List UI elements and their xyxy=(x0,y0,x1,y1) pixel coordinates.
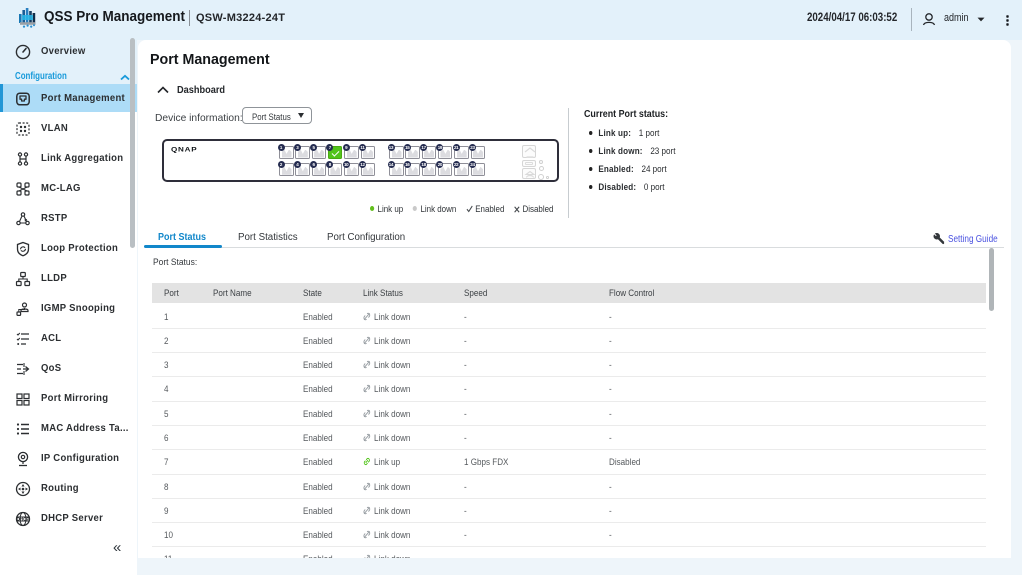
svg-text:DHCP: DHCP xyxy=(17,517,30,522)
